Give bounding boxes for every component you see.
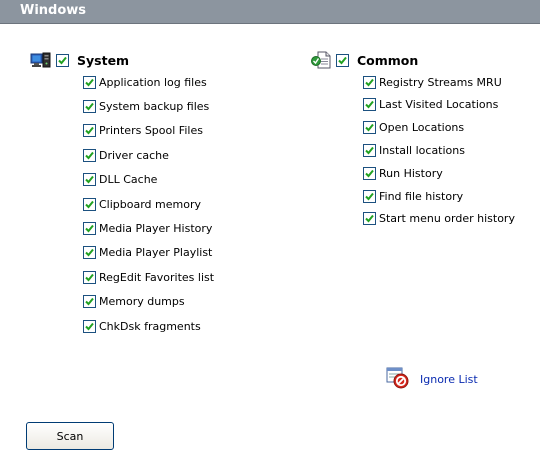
checkbox[interactable] bbox=[363, 75, 376, 89]
item-label: Find file history bbox=[379, 189, 464, 203]
checkbox[interactable] bbox=[363, 166, 376, 180]
item-label: DLL Cache bbox=[99, 173, 158, 187]
ignore-list-link[interactable]: Ignore List bbox=[386, 367, 478, 391]
list-item[interactable]: RegEdit Favorites list bbox=[83, 269, 214, 285]
checkbox[interactable] bbox=[83, 99, 96, 113]
list-item[interactable]: Open Locations bbox=[363, 120, 464, 136]
item-label: Install locations bbox=[379, 143, 465, 157]
documents-icon bbox=[310, 51, 332, 69]
checkbox[interactable] bbox=[83, 295, 96, 309]
checkbox[interactable] bbox=[83, 319, 96, 333]
item-label: System backup files bbox=[99, 99, 210, 113]
ignore-list-icon bbox=[386, 366, 410, 393]
common-checkbox[interactable] bbox=[336, 53, 349, 67]
checkbox[interactable] bbox=[83, 270, 96, 284]
titlebar: Windows bbox=[0, 0, 540, 24]
checkbox[interactable] bbox=[363, 189, 376, 203]
ignore-list-label[interactable]: Ignore List bbox=[420, 373, 478, 386]
common-section-header: Common bbox=[310, 51, 418, 69]
item-label: Registry Streams MRU bbox=[379, 75, 502, 89]
item-label: Memory dumps bbox=[99, 295, 185, 309]
item-label: Media Player History bbox=[99, 221, 213, 235]
list-item[interactable]: DLL Cache bbox=[83, 172, 157, 188]
system-header-label: System bbox=[77, 52, 130, 68]
system-checkbox[interactable] bbox=[56, 53, 69, 67]
list-item[interactable]: System backup files bbox=[83, 98, 209, 114]
list-item[interactable]: Printers Spool Files bbox=[83, 123, 203, 139]
checkbox[interactable] bbox=[83, 124, 96, 138]
list-item[interactable]: Registry Streams MRU bbox=[363, 74, 502, 90]
list-item[interactable]: Application log files bbox=[83, 74, 207, 90]
list-item[interactable]: Memory dumps bbox=[83, 294, 185, 310]
checkbox[interactable] bbox=[363, 143, 376, 157]
list-item[interactable]: Driver cache bbox=[83, 147, 169, 163]
checkbox[interactable] bbox=[363, 98, 376, 112]
list-item[interactable]: ChkDsk fragments bbox=[83, 318, 201, 334]
item-label: Application log files bbox=[99, 75, 207, 89]
checkbox[interactable] bbox=[83, 221, 96, 235]
list-item[interactable]: Media Player History bbox=[83, 220, 212, 236]
list-item[interactable]: Find file history bbox=[363, 188, 463, 204]
list-item[interactable]: Start menu order history bbox=[363, 211, 515, 227]
list-item[interactable]: Last Visited Locations bbox=[363, 97, 498, 113]
item-label: Driver cache bbox=[99, 148, 169, 162]
list-item[interactable]: Install locations bbox=[363, 142, 465, 158]
system-section-header: System bbox=[30, 51, 129, 69]
item-label: Media Player Playlist bbox=[99, 246, 213, 260]
checkbox[interactable] bbox=[83, 246, 96, 260]
scan-button[interactable]: Scan bbox=[26, 422, 114, 450]
item-label: RegEdit Favorites list bbox=[99, 270, 215, 284]
item-label: Run History bbox=[379, 166, 443, 180]
computer-icon bbox=[30, 51, 52, 69]
checkbox[interactable] bbox=[363, 212, 376, 226]
item-label: ChkDsk fragments bbox=[99, 319, 201, 333]
common-header-label: Common bbox=[357, 52, 419, 68]
item-label: Clipboard memory bbox=[99, 197, 201, 211]
checkbox[interactable] bbox=[363, 121, 376, 135]
checkbox[interactable] bbox=[83, 197, 96, 211]
checkbox[interactable] bbox=[83, 148, 96, 162]
checkbox[interactable] bbox=[83, 173, 96, 187]
list-item[interactable]: Media Player Playlist bbox=[83, 245, 212, 261]
item-label: Open Locations bbox=[379, 121, 465, 135]
item-label: Last Visited Locations bbox=[379, 98, 499, 112]
list-item[interactable]: Clipboard memory bbox=[83, 196, 201, 212]
window-title: Windows bbox=[20, 3, 87, 18]
list-item[interactable]: Run History bbox=[363, 165, 443, 181]
item-label: Printers Spool Files bbox=[99, 124, 203, 138]
item-label: Start menu order history bbox=[379, 212, 515, 226]
checkbox[interactable] bbox=[83, 75, 96, 89]
